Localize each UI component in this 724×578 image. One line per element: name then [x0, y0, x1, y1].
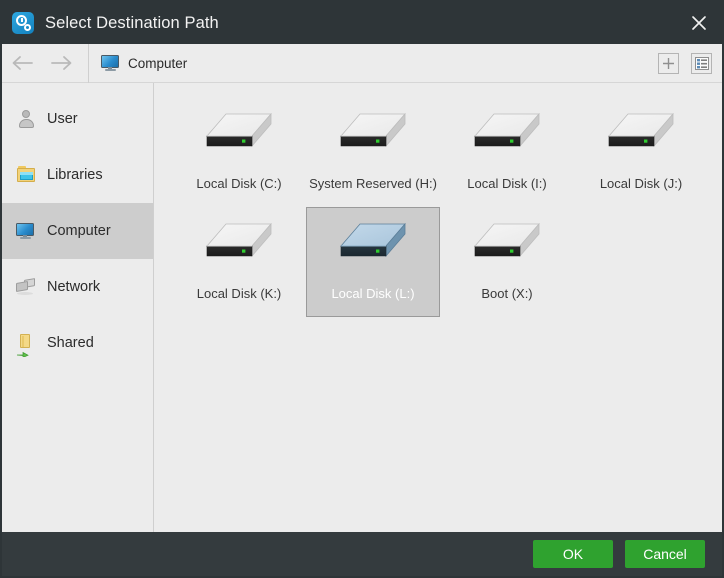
sidebar: User Libraries Computer Network Shared	[2, 83, 154, 532]
arrow-left-icon	[12, 56, 33, 70]
drive-item[interactable]: Local Disk (I:)	[440, 97, 574, 207]
user-icon	[16, 109, 36, 129]
toolbar-actions	[658, 44, 712, 83]
hard-drive-icon	[340, 112, 406, 148]
breadcrumb[interactable]: Computer	[95, 44, 193, 82]
sidebar-item-label: Computer	[47, 223, 111, 239]
sidebar-item-label: Libraries	[47, 167, 103, 183]
cancel-button[interactable]: Cancel	[625, 540, 705, 568]
navigation-toolbar: Computer	[2, 43, 722, 83]
title-bar: Select Destination Path	[2, 2, 722, 44]
drive-label: Local Disk (J:)	[599, 176, 683, 191]
libraries-folder-icon	[16, 165, 36, 185]
drive-item[interactable]: Local Disk (J:)	[574, 97, 708, 207]
sidebar-item-computer[interactable]: Computer	[2, 203, 153, 259]
sidebar-item-user[interactable]: User	[2, 91, 153, 147]
back-button[interactable]	[2, 44, 42, 82]
drive-item[interactable]: Boot (X:)	[440, 207, 574, 317]
gear-clock-icon	[12, 12, 34, 34]
sidebar-item-libraries[interactable]: Libraries	[2, 147, 153, 203]
hard-drive-icon	[474, 222, 540, 258]
window-title: Select Destination Path	[45, 13, 219, 32]
hard-drive-icon	[608, 112, 674, 148]
network-icon	[16, 277, 36, 297]
sidebar-item-label: User	[47, 111, 78, 127]
sidebar-item-label: Shared	[47, 335, 94, 351]
drive-item[interactable]: Local Disk (K:)	[172, 207, 306, 317]
close-icon[interactable]	[676, 2, 722, 44]
select-destination-path-dialog: Select Destination Path Computer User Li…	[0, 0, 724, 578]
shared-folder-icon	[16, 333, 36, 359]
drive-label: Local Disk (C:)	[196, 176, 282, 191]
drive-label: Boot (X:)	[481, 286, 533, 301]
hard-drive-icon	[474, 112, 540, 148]
dialog-footer: OK Cancel	[2, 532, 722, 576]
sidebar-item-network[interactable]: Network	[2, 259, 153, 315]
dialog-body: User Libraries Computer Network Shared L…	[2, 83, 722, 532]
drive-label: System Reserved (H:)	[309, 176, 437, 191]
plus-icon[interactable]	[658, 53, 679, 74]
computer-monitor-icon	[16, 221, 36, 241]
list-view-icon[interactable]	[691, 53, 712, 74]
drive-label: Local Disk (L:)	[331, 286, 415, 301]
drive-item[interactable]: Local Disk (C:)	[172, 97, 306, 207]
arrow-right-icon	[51, 56, 72, 70]
drive-item[interactable]: System Reserved (H:)	[306, 97, 440, 207]
drive-label: Local Disk (K:)	[196, 286, 282, 301]
drive-item[interactable]: Local Disk (L:)	[306, 207, 440, 317]
hard-drive-icon	[206, 222, 272, 258]
hard-drive-icon	[340, 222, 406, 258]
sidebar-item-shared[interactable]: Shared	[2, 315, 153, 371]
ok-button[interactable]: OK	[533, 540, 613, 568]
breadcrumb-label: Computer	[128, 55, 188, 71]
sidebar-item-label: Network	[47, 279, 101, 295]
toolbar-divider	[88, 43, 89, 83]
hard-drive-icon	[206, 112, 272, 148]
computer-monitor-icon	[101, 55, 119, 71]
drive-label: Local Disk (I:)	[467, 176, 547, 191]
forward-button[interactable]	[42, 44, 82, 82]
drive-grid: Local Disk (C:) System Reserved (H:) Loc…	[154, 83, 722, 532]
